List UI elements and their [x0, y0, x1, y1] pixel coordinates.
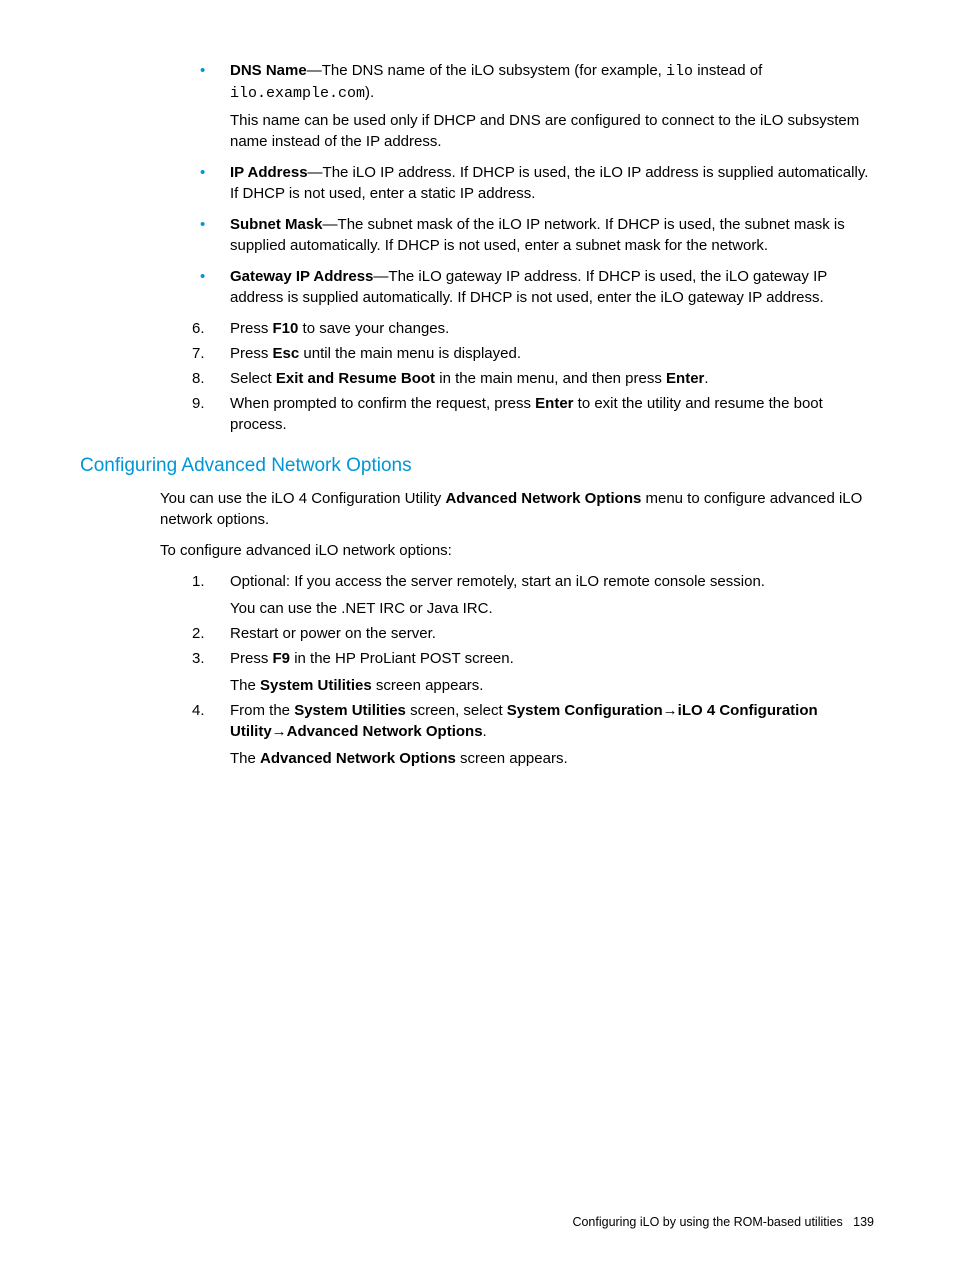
- list-item: Press F9 in the HP ProLiant POST screen.…: [230, 648, 874, 696]
- key: F10: [273, 320, 299, 337]
- text: Press: [230, 650, 273, 667]
- text: —The DNS name of the iLO subsystem (for …: [307, 62, 666, 79]
- text: Press: [230, 320, 273, 337]
- key: Esc: [273, 345, 300, 362]
- menu-item: Exit and Resume Boot: [276, 370, 435, 387]
- text: screen appears.: [456, 750, 568, 767]
- text: The: [230, 677, 260, 694]
- text: From the: [230, 702, 294, 719]
- text: instead of: [693, 62, 762, 79]
- sub-paragraph: The System Utilities screen appears.: [230, 675, 874, 696]
- section-heading: Configuring Advanced Network Options: [80, 453, 874, 480]
- text: —The subnet mask of the iLO IP network. …: [230, 216, 845, 254]
- list-item: Press Esc until the main menu is display…: [230, 343, 874, 364]
- arrow-icon: →: [663, 702, 678, 719]
- content-area: DNS Name—The DNS name of the iLO subsyst…: [160, 60, 874, 769]
- list-item: IP Address—The iLO IP address. If DHCP i…: [230, 162, 874, 204]
- menu-path: System Configuration: [507, 702, 663, 719]
- text: screen appears.: [372, 677, 484, 694]
- term: IP Address: [230, 164, 308, 181]
- text: —The iLO IP address. If DHCP is used, th…: [230, 164, 868, 202]
- code: ilo: [666, 63, 693, 80]
- list-item: DNS Name—The DNS name of the iLO subsyst…: [230, 60, 874, 152]
- text: .: [483, 723, 487, 740]
- text: screen, select: [406, 702, 507, 719]
- list-item: From the System Utilities screen, select…: [230, 700, 874, 769]
- screen-name: System Utilities: [260, 677, 372, 694]
- text: Optional: If you access the server remot…: [230, 573, 765, 590]
- list-item: Optional: If you access the server remot…: [230, 571, 874, 619]
- sub-paragraph: This name can be used only if DHCP and D…: [230, 110, 874, 152]
- key: Enter: [535, 395, 573, 412]
- text: Restart or power on the server.: [230, 625, 436, 642]
- text: You can use the iLO 4 Configuration Util…: [160, 490, 445, 507]
- text: until the main menu is displayed.: [299, 345, 521, 362]
- text: When prompted to confirm the request, pr…: [230, 395, 535, 412]
- text: The: [230, 750, 260, 767]
- page-footer: Configuring iLO by using the ROM-based u…: [572, 1214, 874, 1232]
- sub-paragraph: The Advanced Network Options screen appe…: [230, 748, 874, 769]
- paragraph: You can use the iLO 4 Configuration Util…: [160, 488, 874, 530]
- numbered-steps: Press F10 to save your changes. Press Es…: [160, 318, 874, 435]
- list-item: Restart or power on the server.: [230, 623, 874, 644]
- screen-name: System Utilities: [294, 702, 406, 719]
- footer-text: Configuring iLO by using the ROM-based u…: [572, 1215, 842, 1229]
- screen-name: Advanced Network Options: [260, 750, 456, 767]
- list-item: When prompted to confirm the request, pr…: [230, 393, 874, 435]
- term: Gateway IP Address: [230, 268, 373, 285]
- key: Enter: [666, 370, 704, 387]
- text: Press: [230, 345, 273, 362]
- list-item: Gateway IP Address—The iLO gateway IP ad…: [230, 266, 874, 308]
- page: DNS Name—The DNS name of the iLO subsyst…: [0, 0, 954, 1271]
- bullet-list: DNS Name—The DNS name of the iLO subsyst…: [160, 60, 874, 308]
- text: .: [704, 370, 708, 387]
- paragraph: To configure advanced iLO network option…: [160, 540, 874, 561]
- arrow-icon: →: [272, 723, 287, 740]
- code: ilo.example.com: [230, 85, 365, 102]
- term: Subnet Mask: [230, 216, 323, 233]
- text: in the main menu, and then press: [435, 370, 666, 387]
- list-item: Subnet Mask—The subnet mask of the iLO I…: [230, 214, 874, 256]
- page-number: 139: [853, 1215, 874, 1229]
- text: ).: [365, 84, 374, 101]
- list-item: Select Exit and Resume Boot in the main …: [230, 368, 874, 389]
- list-item: Press F10 to save your changes.: [230, 318, 874, 339]
- term: DNS Name: [230, 62, 307, 79]
- text: Select: [230, 370, 276, 387]
- sub-paragraph: You can use the .NET IRC or Java IRC.: [230, 598, 874, 619]
- numbered-steps: Optional: If you access the server remot…: [160, 571, 874, 769]
- menu-name: Advanced Network Options: [445, 490, 641, 507]
- key: F9: [273, 650, 291, 667]
- menu-path: Advanced Network Options: [287, 723, 483, 740]
- text: to save your changes.: [298, 320, 449, 337]
- text: in the HP ProLiant POST screen.: [290, 650, 514, 667]
